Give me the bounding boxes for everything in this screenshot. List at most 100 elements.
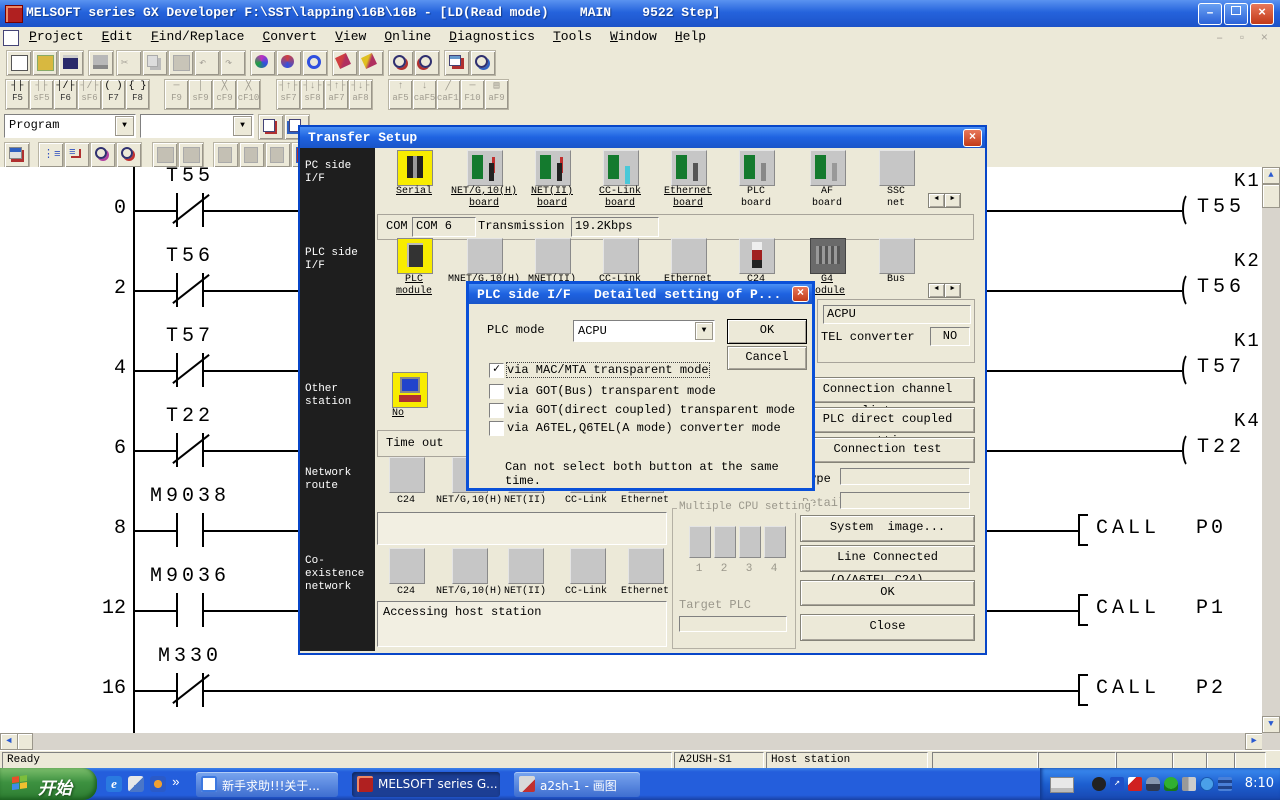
checkbox-got-bus[interactable] [489, 384, 504, 399]
find-instruction-button[interactable] [276, 50, 302, 76]
project-data-list-button[interactable] [444, 50, 470, 76]
plc-mode-select[interactable]: ACPU ▼ [573, 320, 715, 342]
find-string-button[interactable] [302, 50, 328, 76]
close-dialog-button[interactable]: Close [800, 614, 975, 641]
cut-button[interactable]: ✂ [116, 50, 142, 76]
plc-item-label[interactable]: Bus [858, 274, 934, 286]
pc-item-label[interactable]: AF [789, 186, 865, 198]
start-button[interactable]: 开始 [0, 768, 97, 800]
nc-contact[interactable] [176, 193, 204, 227]
coexist-ethernet-icon[interactable] [628, 548, 664, 584]
nc-contact[interactable] [176, 353, 204, 387]
paste-button[interactable] [168, 50, 194, 76]
instruction-label[interactable]: CALL [1096, 597, 1160, 620]
plc-c24-icon[interactable] [739, 238, 775, 274]
chevron-down-icon[interactable]: ▼ [115, 116, 134, 136]
rocket-tray-icon[interactable] [1146, 777, 1160, 791]
nc-contact[interactable] [176, 433, 204, 467]
chevron-down-icon[interactable]: ▼ [233, 116, 252, 136]
write-mode-button[interactable] [332, 50, 358, 76]
restore-button[interactable] [1224, 3, 1248, 25]
coil-device-label[interactable]: T55 [1197, 196, 1245, 219]
menu-online[interactable]: Online [375, 27, 440, 46]
key-application-instruction[interactable]: { }F8 [125, 79, 150, 110]
plc-cclink-icon[interactable] [603, 238, 639, 274]
coexist-cclink-icon[interactable] [570, 548, 606, 584]
checkbox-a6tel[interactable] [489, 421, 504, 436]
media-player-icon[interactable] [150, 776, 166, 792]
plc-bus-icon[interactable] [879, 238, 915, 274]
pc-plc-board-icon[interactable] [739, 150, 775, 186]
copy-button[interactable] [142, 50, 168, 76]
coexist-c24-icon[interactable] [389, 548, 425, 584]
coil-device-label[interactable]: T56 [1197, 276, 1245, 299]
route-c24-icon[interactable] [389, 457, 425, 493]
no-contact[interactable] [176, 593, 204, 627]
pc-item-label[interactable]: Ethernet [650, 186, 726, 198]
monitor-button[interactable] [470, 50, 496, 76]
instruction-label[interactable]: CALL [1096, 517, 1160, 540]
new-button[interactable] [6, 50, 32, 76]
umbrella-antivirus-icon[interactable] [1164, 777, 1178, 791]
system-image-button[interactable]: System image... [800, 515, 975, 542]
close-button[interactable]: × [1250, 3, 1274, 25]
program-select[interactable]: Program ▼ [4, 114, 136, 138]
instruction-label[interactable]: CALL [1096, 677, 1160, 700]
plc-g4-module-icon[interactable] [810, 238, 846, 274]
pc-item-label[interactable]: NET/G,10(H) [446, 186, 522, 198]
quicklaunch-overflow-chevron[interactable]: » [172, 775, 180, 790]
menu-diagnostics[interactable]: Diagnostics [440, 27, 544, 46]
ok-button[interactable]: OK [727, 319, 807, 344]
close-icon[interactable]: × [963, 129, 982, 147]
plc-scroll-right-icon[interactable]: ► [944, 283, 961, 298]
vertical-scrollbar[interactable]: ▲ ▼ [1262, 167, 1280, 733]
save-button[interactable] [58, 50, 84, 76]
other-station-no-label[interactable]: No [392, 408, 426, 420]
pc-scroll-left-icon[interactable]: ◄ [928, 193, 945, 208]
pc-af-board-icon[interactable] [810, 150, 846, 186]
input-method-keyboard-icon[interactable] [1050, 777, 1074, 793]
checkbox-a6tel-label[interactable]: via A6TEL,Q6TEL(A mode) converter mode [507, 421, 781, 435]
transfer-setup-titlebar[interactable]: Transfer Setup × [300, 127, 985, 148]
pc-netg10h-board-icon[interactable] [467, 150, 503, 186]
ie-quicklaunch-icon[interactable]: e [106, 776, 122, 792]
monitor-mode-button[interactable] [90, 142, 116, 168]
menu-window[interactable]: Window [601, 27, 666, 46]
coexist-netii-icon[interactable] [508, 548, 544, 584]
plc-module-icon[interactable] [397, 238, 433, 274]
comment-edit-button[interactable] [258, 114, 284, 140]
connection-test-button[interactable]: Connection test [800, 437, 975, 463]
other-station-no-icon[interactable] [392, 372, 428, 408]
key-open-contact[interactable]: ┤├F5 [5, 79, 30, 110]
plc-direct-coupled-setting-button[interactable]: PLC direct coupled setting [800, 407, 975, 433]
undo-button[interactable]: ↶ [194, 50, 220, 76]
menu-help[interactable]: Help [666, 27, 715, 46]
mdi-child-window-buttons[interactable]: – ▫ × [1216, 31, 1272, 45]
pc-scroll-right-icon[interactable]: ► [944, 193, 961, 208]
menu-find-replace[interactable]: Find/Replace [142, 27, 254, 46]
connection-channel-list-button[interactable]: Connection channel list... [800, 377, 975, 403]
task-paint-window[interactable]: a2sh-1 - 画图 [514, 772, 640, 797]
key-coil[interactable]: ( )F7 [101, 79, 126, 110]
plc-mnetii-icon[interactable] [535, 238, 571, 274]
pc-ssc-net-icon[interactable] [879, 150, 915, 186]
pc-serial-icon[interactable] [397, 150, 433, 186]
plc-scroll-left-icon[interactable]: ◄ [928, 283, 945, 298]
write-mode-toolbar-button[interactable]: ≡ [64, 142, 90, 168]
pc-cclink-board-icon[interactable] [603, 150, 639, 186]
menu-edit[interactable]: Edit [93, 27, 142, 46]
show-desktop-icon[interactable] [128, 776, 144, 792]
task-melsoft-window[interactable]: MELSOFT series G... [352, 772, 500, 797]
volume-icon[interactable] [1182, 777, 1196, 791]
find-device-button[interactable] [250, 50, 276, 76]
ok-button[interactable]: OK [800, 580, 975, 606]
menu-tools[interactable]: Tools [544, 27, 601, 46]
menu-project[interactable]: Project [20, 27, 93, 46]
firewall-shield-icon[interactable] [1218, 777, 1232, 791]
zoom-out-button[interactable] [388, 50, 414, 76]
coexist-netg10h-icon[interactable] [452, 548, 488, 584]
checkbox-mac-mta-label[interactable]: via MAC/MTA transparent mode [507, 363, 709, 377]
pc-item-label[interactable]: Serial [376, 186, 452, 198]
print-button[interactable] [88, 50, 114, 76]
vertical-scroll-thumb[interactable] [1262, 184, 1280, 208]
